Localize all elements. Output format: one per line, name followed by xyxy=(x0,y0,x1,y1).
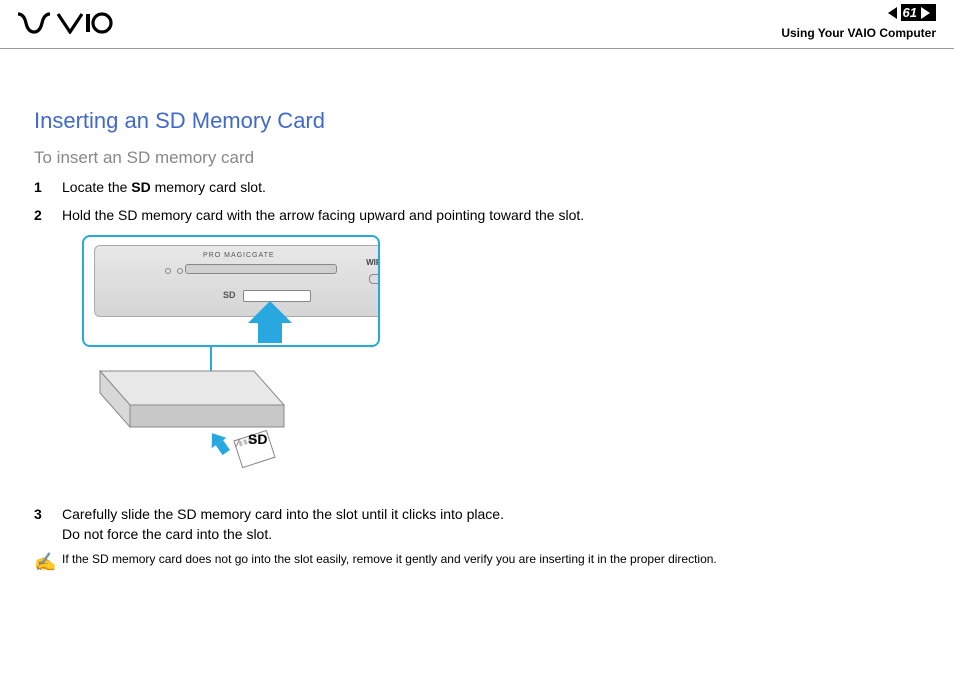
memorystick-slot xyxy=(185,264,337,274)
figure: PRO MAGICGATE WIRE OFF SD xyxy=(70,235,390,495)
indicator-led xyxy=(177,268,183,274)
step-text: Hold the SD memory card with the arrow f… xyxy=(62,206,584,226)
step-text: Locate the SD memory card slot. xyxy=(62,178,266,198)
page-subtitle: To insert an SD memory card xyxy=(34,148,920,168)
page-number-box: 61 xyxy=(901,4,936,21)
text: Carefully slide the SD memory card into … xyxy=(62,506,504,522)
laptop-illustration xyxy=(94,365,314,485)
page-title: Inserting an SD Memory Card xyxy=(34,108,920,134)
panel-label-wireless: WIRE xyxy=(366,258,380,267)
device-edge-panel: PRO MAGICGATE WIRE OFF SD xyxy=(94,245,380,317)
zoom-callout: PRO MAGICGATE WIRE OFF SD xyxy=(82,235,380,347)
content: Inserting an SD Memory Card To insert an… xyxy=(34,108,920,573)
text-bold: SD xyxy=(131,179,150,195)
text: memory card slot. xyxy=(151,179,266,195)
step-number: 2 xyxy=(34,206,62,226)
section-label: Using Your VAIO Computer xyxy=(781,26,936,40)
step-number: 1 xyxy=(34,178,62,198)
page-number: 61 xyxy=(903,5,917,20)
nav-prev-icon[interactable] xyxy=(888,7,897,19)
wireless-switch xyxy=(369,274,380,284)
sd-label: SD xyxy=(248,431,267,447)
text: Do not force the card into the slot. xyxy=(62,526,272,542)
panel-label-pro: PRO MAGICGATE xyxy=(203,252,275,259)
header-bar: 61 Using Your VAIO Computer xyxy=(0,0,954,49)
nav-next-icon[interactable] xyxy=(921,7,930,19)
page-nav: 61 xyxy=(888,4,936,21)
indicator-led xyxy=(165,268,171,274)
vaio-logo xyxy=(18,12,114,39)
step-2: 2 Hold the SD memory card with the arrow… xyxy=(34,206,920,226)
panel-label-sd: SD xyxy=(223,290,236,300)
note-icon: ✍ xyxy=(34,552,62,573)
text: Locate the xyxy=(62,179,131,195)
step-1: 1 Locate the SD memory card slot. xyxy=(34,178,920,198)
step-number: 3 xyxy=(34,505,62,544)
step-text: Carefully slide the SD memory card into … xyxy=(62,505,504,544)
step-3: 3 Carefully slide the SD memory card int… xyxy=(34,505,920,544)
note-text: If the SD memory card does not go into t… xyxy=(62,552,717,566)
note: ✍ If the SD memory card does not go into… xyxy=(34,552,920,573)
insert-arrow-icon xyxy=(248,301,292,343)
